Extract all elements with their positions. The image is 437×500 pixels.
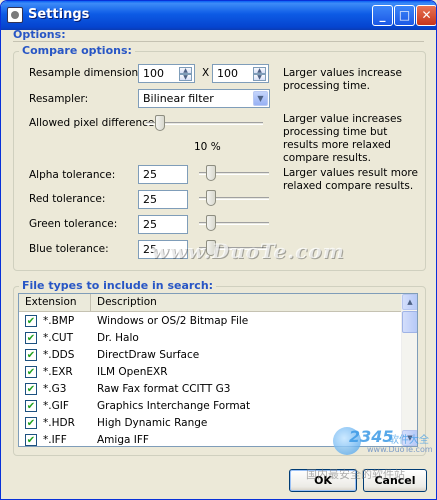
- spin-up-icon[interactable]: ▲: [179, 67, 192, 74]
- extension-cell: *.DDS: [43, 349, 75, 361]
- spin-up-icon[interactable]: ▲: [253, 67, 266, 74]
- spin-down-icon[interactable]: ▼: [253, 74, 266, 81]
- minimize-button[interactable]: _: [372, 5, 393, 26]
- file-type-row[interactable]: ✔ *.G3 Raw Fax format CCITT G3: [19, 381, 402, 398]
- window-title: Settings: [28, 7, 90, 22]
- description-cell: ILM OpenEXR: [97, 366, 168, 378]
- options-heading: Options:: [13, 28, 66, 41]
- resampler-label: Resampler:: [29, 93, 89, 105]
- watermark-logo: 2345 软件大全 www.DuoTe.com 国内最安全的软件站: [306, 421, 433, 481]
- resample-dimensions-label: Resample dimensions:: [29, 67, 148, 79]
- green-tolerance-slider[interactable]: [199, 213, 269, 233]
- chevron-down-icon[interactable]: ▼: [253, 91, 268, 106]
- red-tolerance-value: 25: [143, 193, 157, 206]
- maximize-button[interactable]: □: [394, 5, 415, 26]
- extension-cell: *.G3: [43, 383, 67, 395]
- file-type-row[interactable]: ✔ *.BMP Windows or OS/2 Bitmap File: [19, 313, 402, 330]
- file-type-row[interactable]: ✔ *.CUT Dr. Halo: [19, 330, 402, 347]
- logo-bottom-text: 国内最安全的软件站: [306, 468, 405, 481]
- resampler-value: Bilinear filter: [143, 92, 214, 105]
- extension-cell: *.CUT: [43, 332, 74, 344]
- description-cell: Amiga IFF: [97, 434, 149, 446]
- green-tolerance-label: Green tolerance:: [29, 218, 118, 230]
- file-types-legend: File types to include in search:: [19, 279, 217, 292]
- pixel-difference-slider[interactable]: [146, 113, 263, 133]
- description-cell: Graphics Interchange Format: [97, 400, 251, 412]
- resample-height-spinner[interactable]: ▲ ▼: [253, 67, 266, 81]
- title-bar[interactable]: Settings _ □ ✕: [1, 1, 436, 30]
- description-cell: Dr. Halo: [97, 332, 139, 344]
- pixel-difference-hint: Larger value increases processing time b…: [283, 113, 402, 164]
- pixel-difference-label: Allowed pixel difference:: [29, 117, 158, 129]
- description-cell: DirectDraw Surface: [97, 349, 200, 361]
- file-type-row[interactable]: ✔ *.DDS DirectDraw Surface: [19, 347, 402, 364]
- alpha-tolerance-input[interactable]: 25: [138, 165, 188, 184]
- description-cell: Windows or OS/2 Bitmap File: [97, 315, 249, 327]
- options-divider: [13, 41, 424, 42]
- column-header-description[interactable]: Description: [91, 294, 402, 312]
- resample-width-spinner[interactable]: ▲ ▼: [179, 67, 192, 81]
- green-tolerance-input[interactable]: 25: [138, 215, 188, 234]
- extension-cell: *.EXR: [43, 366, 73, 378]
- compare-options-legend: Compare options:: [19, 44, 135, 57]
- checkbox[interactable]: ✔: [25, 400, 37, 412]
- resample-hint: Larger values increase processing time.: [283, 67, 402, 92]
- slider-thumb[interactable]: [206, 190, 216, 206]
- alpha-tolerance-slider[interactable]: [199, 163, 269, 183]
- column-header-extension[interactable]: Extension: [19, 294, 91, 312]
- extension-cell: *.HDR: [43, 417, 75, 429]
- logo-url: www.DuoTe.com: [367, 445, 433, 454]
- alpha-tolerance-label: Alpha tolerance:: [29, 169, 116, 181]
- red-tolerance-input[interactable]: 25: [138, 190, 188, 209]
- resampler-select[interactable]: Bilinear filter ▼: [138, 89, 270, 108]
- list-header: Extension Description: [19, 294, 402, 312]
- duote-watermark: www.DuoTe.com: [151, 239, 345, 263]
- checkbox[interactable]: ✔: [25, 332, 37, 344]
- scroll-up-icon[interactable]: ▲: [402, 294, 417, 310]
- checkbox[interactable]: ✔: [25, 434, 37, 446]
- file-type-row[interactable]: ✔ *.GIF Graphics Interchange Format: [19, 398, 402, 415]
- extension-cell: *.BMP: [43, 315, 75, 327]
- alpha-tolerance-value: 25: [143, 168, 157, 181]
- dimension-separator: X: [202, 67, 210, 79]
- checkbox[interactable]: ✔: [25, 315, 37, 327]
- spin-down-icon[interactable]: ▼: [179, 74, 192, 81]
- resample-height-input[interactable]: 100 ▲ ▼: [212, 64, 269, 83]
- logo-number: 2345: [349, 427, 394, 446]
- red-tolerance-label: Red tolerance:: [29, 193, 106, 205]
- slider-thumb[interactable]: [155, 115, 165, 131]
- pixel-difference-value: 10 %: [194, 141, 221, 153]
- scroll-thumb[interactable]: [402, 311, 417, 333]
- checkbox[interactable]: ✔: [25, 366, 37, 378]
- resample-height-value: 100: [217, 67, 238, 80]
- checkbox[interactable]: ✔: [25, 417, 37, 429]
- close-button[interactable]: ✕: [416, 5, 436, 26]
- red-tolerance-slider[interactable]: [199, 188, 269, 208]
- resample-width-value: 100: [143, 67, 164, 80]
- description-cell: Raw Fax format CCITT G3: [97, 383, 231, 395]
- checkbox[interactable]: ✔: [25, 383, 37, 395]
- resample-width-input[interactable]: 100 ▲ ▼: [138, 64, 195, 83]
- checkbox[interactable]: ✔: [25, 349, 37, 361]
- app-icon: [7, 7, 23, 23]
- settings-window: Settings _ □ ✕ Options: Compare options:…: [0, 0, 437, 500]
- tolerance-hint: Larger values result more relaxed compar…: [283, 167, 418, 192]
- slider-thumb[interactable]: [206, 165, 216, 181]
- extension-cell: *.GIF: [43, 400, 69, 412]
- description-cell: High Dynamic Range: [97, 417, 208, 429]
- slider-thumb[interactable]: [206, 215, 216, 231]
- logo-text: 软件大全: [389, 435, 429, 446]
- extension-cell: *.IFF: [43, 434, 67, 446]
- green-tolerance-value: 25: [143, 218, 157, 231]
- blue-tolerance-label: Blue tolerance:: [29, 243, 109, 255]
- file-type-row[interactable]: ✔ *.EXR ILM OpenEXR: [19, 364, 402, 381]
